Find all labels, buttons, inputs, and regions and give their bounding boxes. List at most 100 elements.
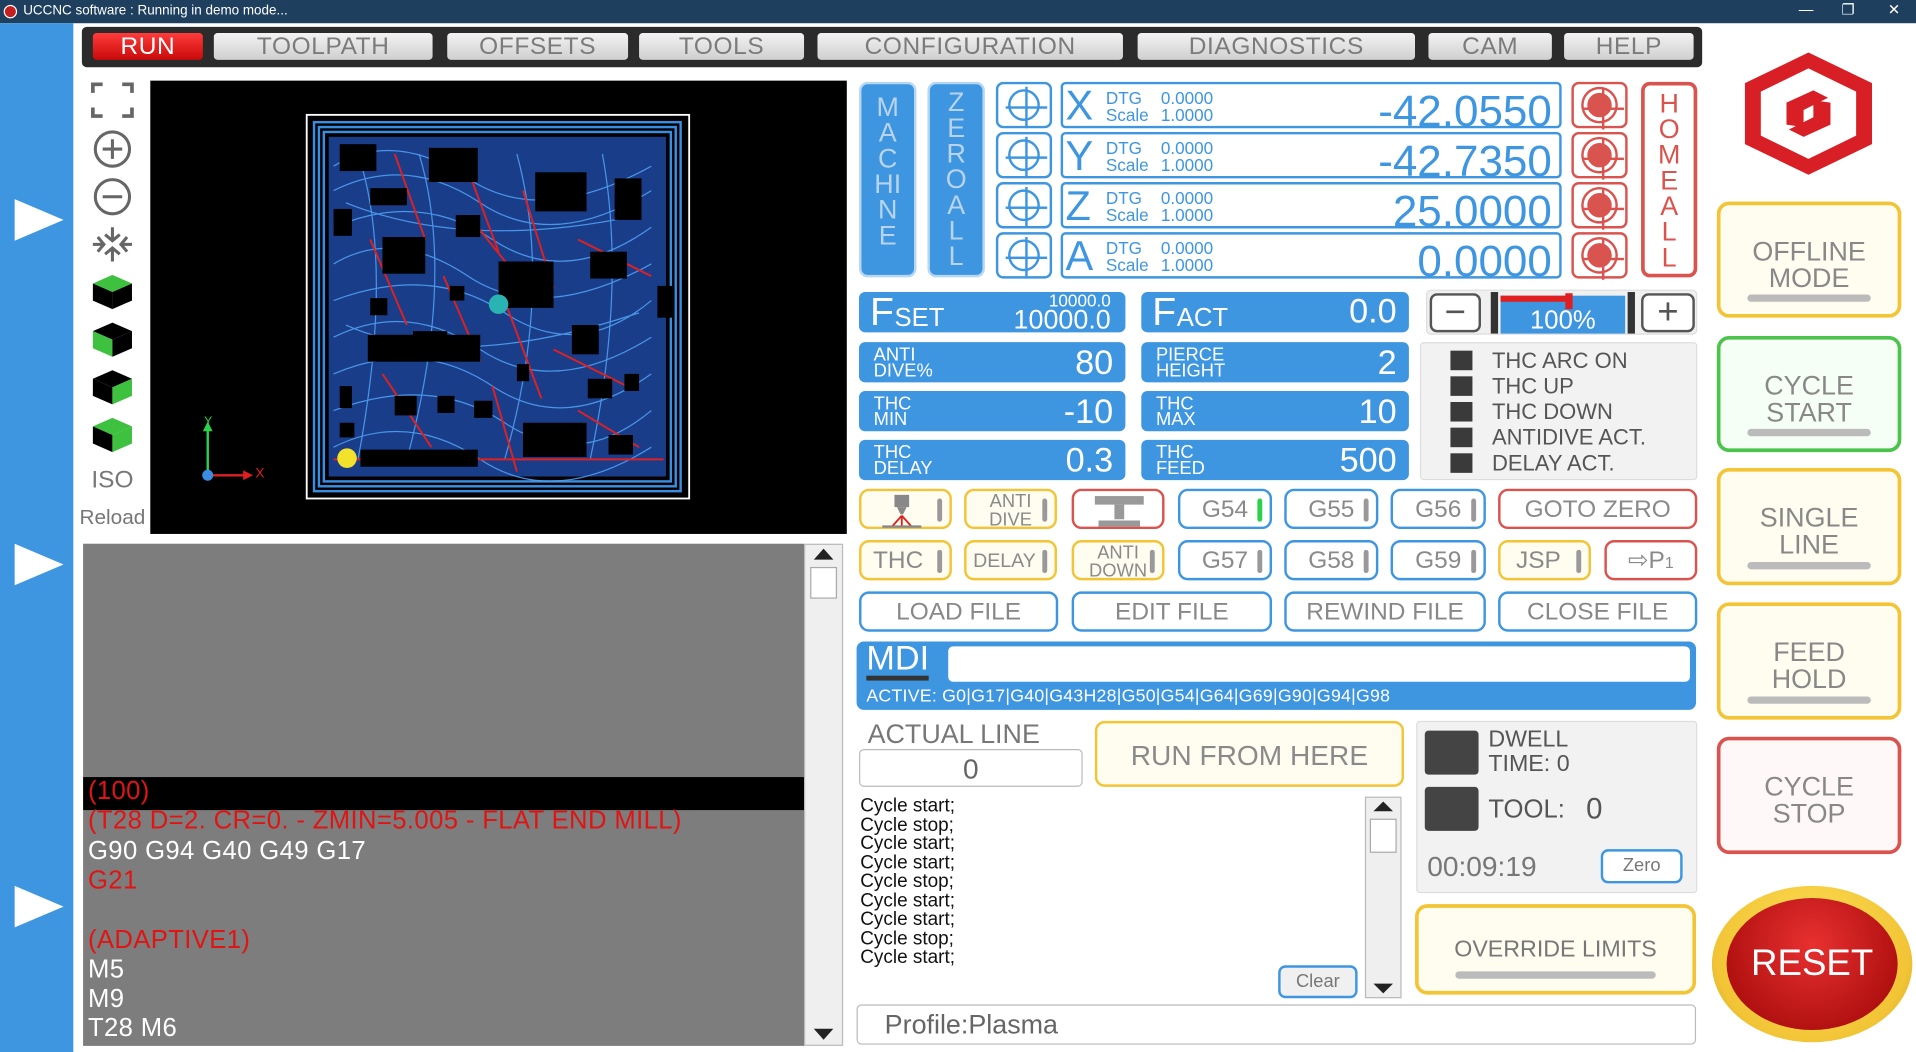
tab-offsets[interactable]: OFFSETS [447, 32, 629, 60]
g58-button[interactable]: G58 [1284, 540, 1379, 581]
led-indicator [1450, 401, 1473, 422]
g57-button[interactable]: G57 [1177, 540, 1273, 581]
torch-toggle-button[interactable] [859, 488, 952, 530]
thc-min-param[interactable]: THC MIN -10 [859, 390, 1126, 432]
scroll-up-icon[interactable] [1373, 801, 1394, 812]
clear-log-button[interactable]: Clear [1278, 965, 1358, 999]
button-label: STOP [1772, 797, 1846, 829]
zoom-in-icon[interactable] [88, 130, 137, 169]
single-line-button[interactable]: SINGLE LINE [1716, 467, 1902, 586]
home-y-button[interactable] [1571, 131, 1628, 180]
zoom-out-icon[interactable] [88, 177, 137, 216]
pan-icon[interactable] [88, 225, 137, 264]
rewind-file-button[interactable]: REWIND FILE [1284, 591, 1486, 632]
scale-label: Scale [1105, 205, 1149, 225]
thc-toggle-button[interactable]: THC [859, 540, 952, 581]
expand-arrow-icon[interactable] [14, 885, 64, 928]
home-z-button[interactable] [1571, 182, 1628, 230]
axis-zero-x-button[interactable] [995, 81, 1053, 129]
dro-row-y[interactable]: Y DTG 0.0000 Scale 1.0000 -42.7350 [1060, 131, 1562, 186]
reset-button[interactable]: RESET [1711, 885, 1913, 1043]
thc-delay-param[interactable]: THC DELAY 0.3 [859, 439, 1126, 481]
zero-all-button[interactable]: ZERO ALL [927, 81, 985, 278]
g54-button[interactable]: G54 [1177, 488, 1273, 530]
view-front-cube-icon[interactable] [90, 320, 134, 359]
expand-arrow-icon[interactable] [14, 199, 64, 241]
offline-mode-button[interactable]: OFFLINE MODE [1716, 201, 1902, 318]
fset-panel[interactable]: F SET 10000.0 10000.0 [859, 290, 1126, 335]
feed-override-control: − 100% + [1426, 289, 1698, 335]
button-label: G54 [1201, 496, 1249, 523]
delay-toggle-button[interactable]: DELAY [964, 540, 1057, 581]
cycle-start-button[interactable]: CYCLE START [1716, 336, 1902, 453]
thc-feed-param[interactable]: THC FEED 500 [1141, 439, 1409, 481]
tab-run[interactable]: RUN [92, 32, 203, 60]
feed-minus-button[interactable]: − [1429, 293, 1481, 333]
tab-configuration[interactable]: CONFIGURATION [817, 32, 1123, 60]
goto-p1-button[interactable]: ⇨P1 [1604, 540, 1698, 581]
goto-zero-button[interactable]: GOTO ZERO [1498, 488, 1698, 530]
iso-view-button[interactable]: ISO [88, 467, 137, 495]
axis-zero-a-button[interactable] [995, 232, 1053, 279]
machine-coords-button[interactable]: MACHINE [859, 81, 917, 278]
minimize-icon[interactable]: — [1799, 1, 1814, 18]
scroll-up-icon[interactable] [813, 548, 834, 560]
axis-zero-z-button[interactable] [995, 182, 1053, 229]
scroll-thumb[interactable] [810, 566, 838, 599]
view-side-cube-icon[interactable] [90, 368, 134, 407]
param-label: THC FEED [1156, 444, 1205, 478]
g59-button[interactable]: G59 [1390, 540, 1486, 581]
g55-button[interactable]: G55 [1284, 488, 1379, 530]
run-from-here-button[interactable]: RUN FROM HERE [1094, 720, 1405, 787]
log-scrollbar[interactable] [1364, 796, 1402, 999]
tab-tools[interactable]: TOOLS [639, 32, 805, 60]
anti-dive-param[interactable]: ANTI DIVE% 80 [859, 342, 1126, 383]
tab-diagnostics[interactable]: DIAGNOSTICS [1137, 32, 1416, 60]
restore-icon[interactable]: ❐ [1841, 1, 1854, 18]
torch-height-button[interactable] [1071, 488, 1165, 530]
cycle-stop-button[interactable]: CYCLE STOP [1716, 736, 1902, 855]
view-iso-cube-icon[interactable] [90, 415, 134, 454]
home-all-button[interactable]: HOME ALL [1641, 81, 1698, 278]
feed-hold-button[interactable]: FEED HOLD [1716, 602, 1902, 720]
scroll-thumb[interactable] [1369, 818, 1397, 853]
tab-toolpath[interactable]: TOOLPATH [213, 32, 433, 60]
feed-plus-button[interactable]: + [1641, 293, 1695, 333]
thc-max-param[interactable]: THC MAX 10 [1141, 390, 1409, 432]
scroll-down-icon[interactable] [813, 1028, 834, 1040]
jsp-button[interactable]: JSP [1498, 540, 1591, 581]
gcode-line: T28 M6 [87, 1014, 178, 1043]
actual-line-value[interactable]: 0 [859, 748, 1083, 787]
home-x-button[interactable] [1571, 81, 1628, 130]
fact-label: F [1152, 289, 1177, 334]
edit-file-button[interactable]: EDIT FILE [1071, 591, 1273, 632]
view-top-cube-icon[interactable] [90, 272, 134, 311]
tab-help[interactable]: HELP [1564, 32, 1694, 60]
close-file-button[interactable]: CLOSE FILE [1498, 591, 1698, 632]
gcode-scrollbar[interactable] [804, 543, 844, 1046]
dro-row-a[interactable]: A DTG 0.0000 Scale 1.0000 0.0000 [1060, 232, 1562, 286]
tab-cam[interactable]: CAM [1428, 32, 1552, 60]
feed-override-slider[interactable]: 100% [1500, 293, 1626, 335]
close-icon[interactable]: ✕ [1888, 1, 1900, 18]
g56-button[interactable]: G56 [1390, 488, 1486, 530]
dro-row-z[interactable]: Z DTG 0.0000 Scale 1.0000 25.0000 [1060, 182, 1562, 236]
pierce-height-param[interactable]: PIERCE HEIGHT 2 [1141, 342, 1409, 383]
dro-row-x[interactable]: X DTG 0.0000 Scale 1.0000 -42.0550 [1060, 81, 1562, 136]
fit-view-icon[interactable] [88, 81, 137, 120]
axis-zero-y-button[interactable] [995, 131, 1053, 179]
home-a-button[interactable] [1571, 232, 1628, 280]
anti-down-toggle-button[interactable]: ANTI DOWN [1071, 540, 1165, 581]
param-label: ANTI DIVE% [874, 346, 933, 380]
gcode-listing[interactable]: (100) (T28 D=2. CR=0. - ZMIN=5.005 - FLA… [83, 543, 805, 1046]
anti-dive-toggle-button[interactable]: ANTI DIVE [964, 488, 1057, 529]
load-file-button[interactable]: LOAD FILE [859, 591, 1059, 632]
timer-zero-button[interactable]: Zero [1600, 849, 1683, 884]
mdi-input[interactable] [948, 646, 1690, 682]
slider-end [1627, 292, 1635, 334]
expand-arrow-icon[interactable] [14, 543, 64, 586]
reload-button[interactable]: Reload [78, 506, 146, 530]
override-limits-button[interactable]: OVERRIDE LIMITS [1415, 904, 1697, 995]
toolpath-viewer[interactable]: Y X [150, 80, 847, 534]
scroll-down-icon[interactable] [1373, 983, 1394, 994]
